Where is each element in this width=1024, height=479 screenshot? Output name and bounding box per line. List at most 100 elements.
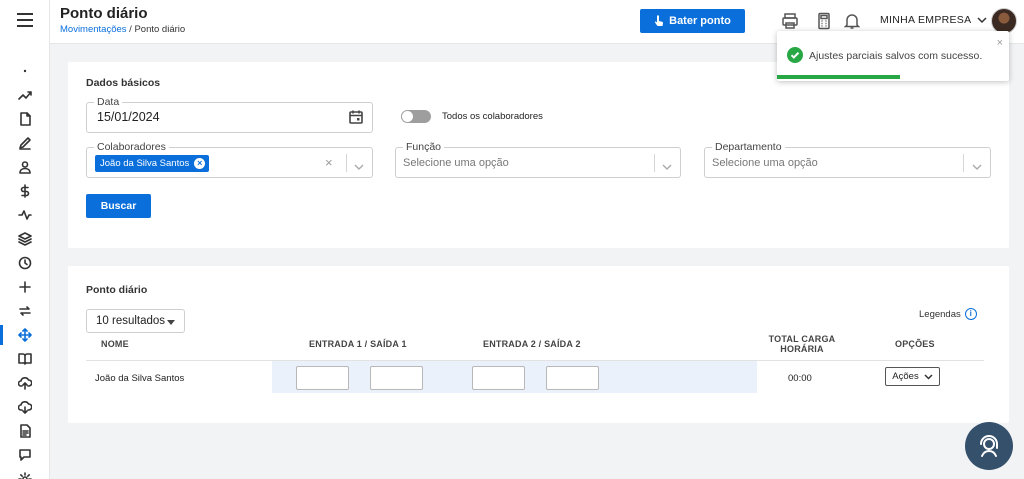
entrada2-input[interactable] [472, 366, 525, 390]
filters-title: Dados básicos [86, 77, 161, 89]
funcao-placeholder: Selecione uma opção [403, 157, 509, 169]
select-divider [963, 154, 964, 172]
sidebar-item-9[interactable] [0, 275, 50, 299]
saida1-input[interactable] [370, 366, 423, 390]
bater-ponto-button[interactable]: Bater ponto [640, 9, 745, 33]
check-circle-icon [787, 47, 803, 63]
column-header-total: TOTAL CARGA HORÁRIA [768, 334, 836, 354]
selected-employee-chip: João da Silva Santos × [95, 155, 210, 172]
toast-message: Ajustes parciais salvos com sucesso. [809, 50, 983, 62]
page-title: Ponto diário [60, 5, 148, 22]
sidebar [0, 0, 50, 479]
info-icon: i [964, 308, 977, 320]
toggle-knob [402, 111, 413, 122]
breadcrumb: Movimentações / Ponto diário [60, 24, 185, 35]
bell-icon[interactable] [843, 12, 861, 30]
book-icon [18, 353, 32, 365]
sidebar-item-7[interactable] [0, 227, 50, 251]
move-icon [18, 328, 32, 342]
departamento-label: Departamento [712, 141, 785, 153]
sidebar-item-10[interactable] [0, 299, 50, 323]
printer-icon[interactable] [781, 12, 799, 30]
chevron-down-icon[interactable] [662, 158, 672, 170]
filters-card: Dados básicos Data 15/01/2024 Todos os c… [68, 62, 1009, 248]
user-icon [19, 161, 31, 174]
date-field[interactable]: Data 15/01/2024 [86, 96, 373, 133]
row-nome: João da Silva Santos [95, 373, 185, 384]
sidebar-item-2[interactable] [0, 107, 50, 131]
menu-icon[interactable] [17, 13, 33, 27]
plus-icon [19, 281, 31, 293]
company-selector[interactable]: MINHA EMPRESA [880, 14, 987, 26]
chip-remove-icon[interactable]: × [194, 158, 206, 169]
funcao-label: Função [403, 141, 445, 153]
colaboradores-label: Colaboradores [94, 141, 169, 153]
row-total: 00:00 [788, 373, 812, 384]
all-employees-toggle[interactable] [401, 110, 431, 123]
sidebar-item-5[interactable] [0, 179, 50, 203]
entrada1-input[interactable] [296, 366, 349, 390]
sidebar-item-14[interactable] [0, 395, 50, 419]
sidebar-item-12[interactable] [0, 347, 50, 371]
acoes-label: Ações [892, 371, 919, 382]
legendas-label: Legendas [919, 308, 961, 320]
layers-icon [18, 232, 32, 246]
departamento-placeholder: Selecione uma opção [712, 157, 818, 169]
colaboradores-select[interactable]: Colaboradores João da Silva Santos × × [86, 141, 373, 178]
legendas-link[interactable]: Legendas i [919, 308, 977, 320]
select-divider [654, 154, 655, 172]
sidebar-item-0[interactable] [0, 59, 50, 83]
pulse-icon [18, 210, 32, 220]
dollar-icon [20, 184, 30, 198]
column-header-entrada1: ENTRADA 1 / SAÍDA 1 [309, 339, 407, 349]
gear-icon [18, 472, 32, 479]
sidebar-item-17[interactable] [0, 467, 50, 479]
clear-selection-icon[interactable]: × [325, 155, 333, 170]
chevron-down-icon[interactable] [972, 158, 982, 170]
dot-icon [23, 69, 27, 73]
select-divider [346, 154, 347, 172]
support-agent-icon [980, 435, 998, 457]
departamento-select[interactable]: Departamento Selecione uma opção [704, 141, 991, 178]
sidebar-item-16[interactable] [0, 443, 50, 467]
column-header-nome: NOME [101, 339, 129, 349]
close-icon[interactable]: × [997, 37, 1003, 49]
acoes-button[interactable]: Ações [885, 367, 940, 386]
sidebar-item-11[interactable] [0, 323, 50, 347]
date-value: 15/01/2024 [97, 110, 160, 124]
hand-pointer-icon [655, 15, 664, 26]
column-header-entrada2: ENTRADA 2 / SAÍDA 2 [483, 339, 581, 349]
chevron-down-icon [924, 374, 933, 380]
sidebar-item-3[interactable] [0, 131, 50, 155]
funcao-select[interactable]: Função Selecione uma opção [395, 141, 681, 178]
trend-icon [18, 91, 32, 100]
date-label: Data [94, 96, 123, 108]
sidebar-item-8[interactable] [0, 251, 50, 275]
sidebar-item-13[interactable] [0, 371, 50, 395]
table-title: Ponto diário [86, 284, 148, 296]
page-size-value: 10 resultados [96, 315, 166, 327]
sidebar-item-6[interactable] [0, 203, 50, 227]
support-button[interactable] [965, 422, 1013, 470]
bater-ponto-label: Bater ponto [669, 15, 731, 27]
calculator-icon[interactable] [815, 12, 833, 30]
saida2-input[interactable] [546, 366, 599, 390]
breadcrumb-movimentacoes[interactable]: Movimentações [60, 24, 127, 35]
breadcrumb-current: Ponto diário [134, 24, 186, 35]
pen-icon [19, 137, 31, 150]
cloud-download-icon [18, 401, 32, 414]
caret-down-icon [167, 320, 175, 325]
page-size-select[interactable]: 10 resultados [86, 309, 185, 333]
file-text-icon [20, 424, 31, 438]
buscar-button[interactable]: Buscar [86, 194, 151, 218]
clock-icon [18, 256, 32, 270]
cloud-upload-icon [18, 377, 32, 390]
toast-progress-bar [777, 75, 900, 79]
sidebar-item-15[interactable] [0, 419, 50, 443]
calendar-icon[interactable] [348, 109, 364, 125]
chevron-down-icon [977, 17, 987, 24]
sidebar-item-1[interactable] [0, 83, 50, 107]
sidebar-item-4[interactable] [0, 155, 50, 179]
chevron-down-icon[interactable] [354, 158, 364, 170]
sidebar-nav [0, 59, 50, 479]
